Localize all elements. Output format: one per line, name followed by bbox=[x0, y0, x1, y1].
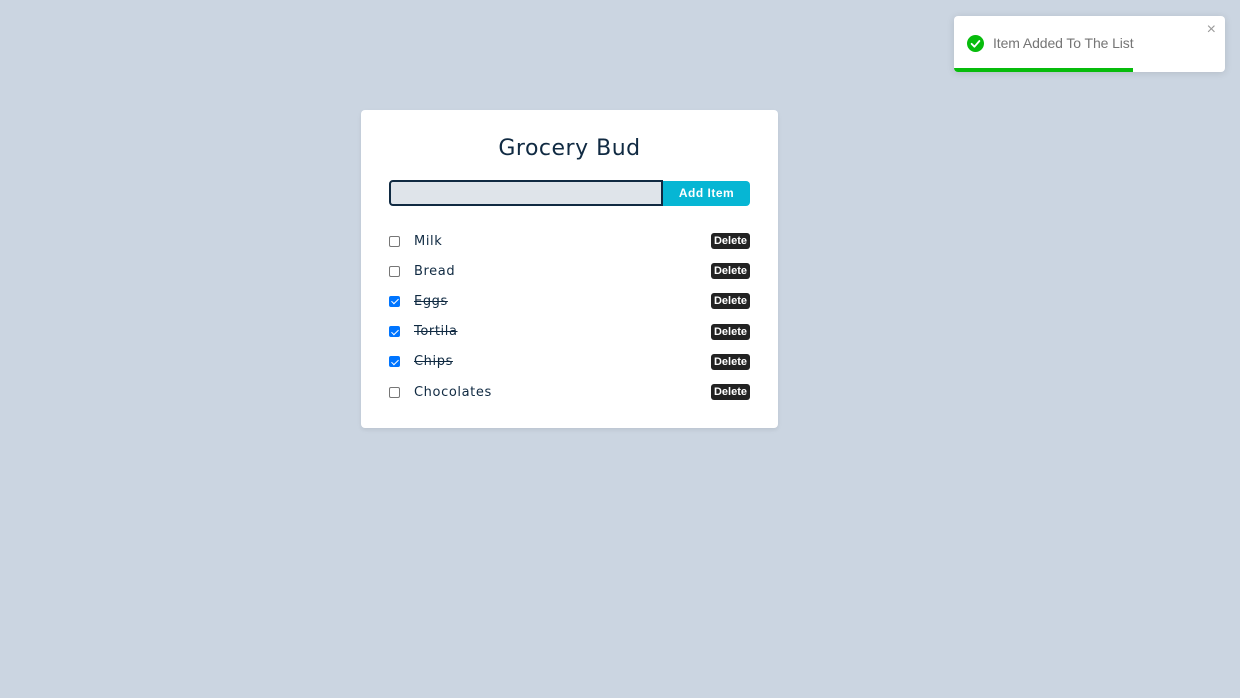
check-circle-icon bbox=[967, 35, 984, 52]
item-checkbox[interactable] bbox=[389, 295, 400, 307]
toast-progress-bar bbox=[954, 68, 1133, 72]
grocery-card: Grocery Bud Add Item Milk Delete Bread D… bbox=[361, 110, 778, 428]
grocery-list: Milk Delete Bread Delete Eggs Delete Tor… bbox=[389, 226, 750, 407]
delete-button[interactable]: Delete bbox=[710, 323, 750, 340]
list-item: Chocolates Delete bbox=[389, 377, 750, 407]
toast-notification: Item Added To The List × bbox=[954, 16, 1225, 72]
list-item: Chips Delete bbox=[389, 347, 750, 377]
item-name: Chocolates bbox=[414, 384, 492, 400]
delete-button[interactable]: Delete bbox=[710, 353, 750, 370]
add-item-form: Add Item bbox=[389, 180, 750, 206]
item-checkbox[interactable] bbox=[389, 326, 400, 338]
delete-button[interactable]: Delete bbox=[710, 383, 750, 400]
list-item: Bread Delete bbox=[389, 256, 750, 286]
delete-button[interactable]: Delete bbox=[710, 233, 750, 249]
item-checkbox[interactable] bbox=[389, 356, 400, 368]
list-item: Tortila Delete bbox=[389, 317, 750, 347]
item-checkbox[interactable] bbox=[389, 235, 400, 247]
item-checkbox[interactable] bbox=[389, 386, 400, 398]
add-item-button[interactable]: Add Item bbox=[663, 180, 750, 206]
list-item: Milk Delete bbox=[389, 226, 750, 256]
toast-progress-track bbox=[954, 68, 1225, 72]
item-name: Tortila bbox=[414, 324, 458, 340]
toast-message: Item Added To The List bbox=[993, 35, 1134, 51]
close-icon[interactable]: × bbox=[1207, 20, 1216, 40]
item-name: Chips bbox=[414, 354, 453, 370]
item-input[interactable] bbox=[389, 180, 663, 206]
item-name: Milk bbox=[414, 233, 443, 249]
item-name: Eggs bbox=[414, 293, 448, 309]
item-checkbox[interactable] bbox=[389, 265, 400, 277]
delete-button[interactable]: Delete bbox=[710, 263, 750, 280]
item-name: Bread bbox=[414, 263, 456, 279]
delete-button[interactable]: Delete bbox=[710, 293, 750, 310]
list-item: Eggs Delete bbox=[389, 286, 750, 316]
page-title: Grocery Bud bbox=[498, 136, 641, 161]
